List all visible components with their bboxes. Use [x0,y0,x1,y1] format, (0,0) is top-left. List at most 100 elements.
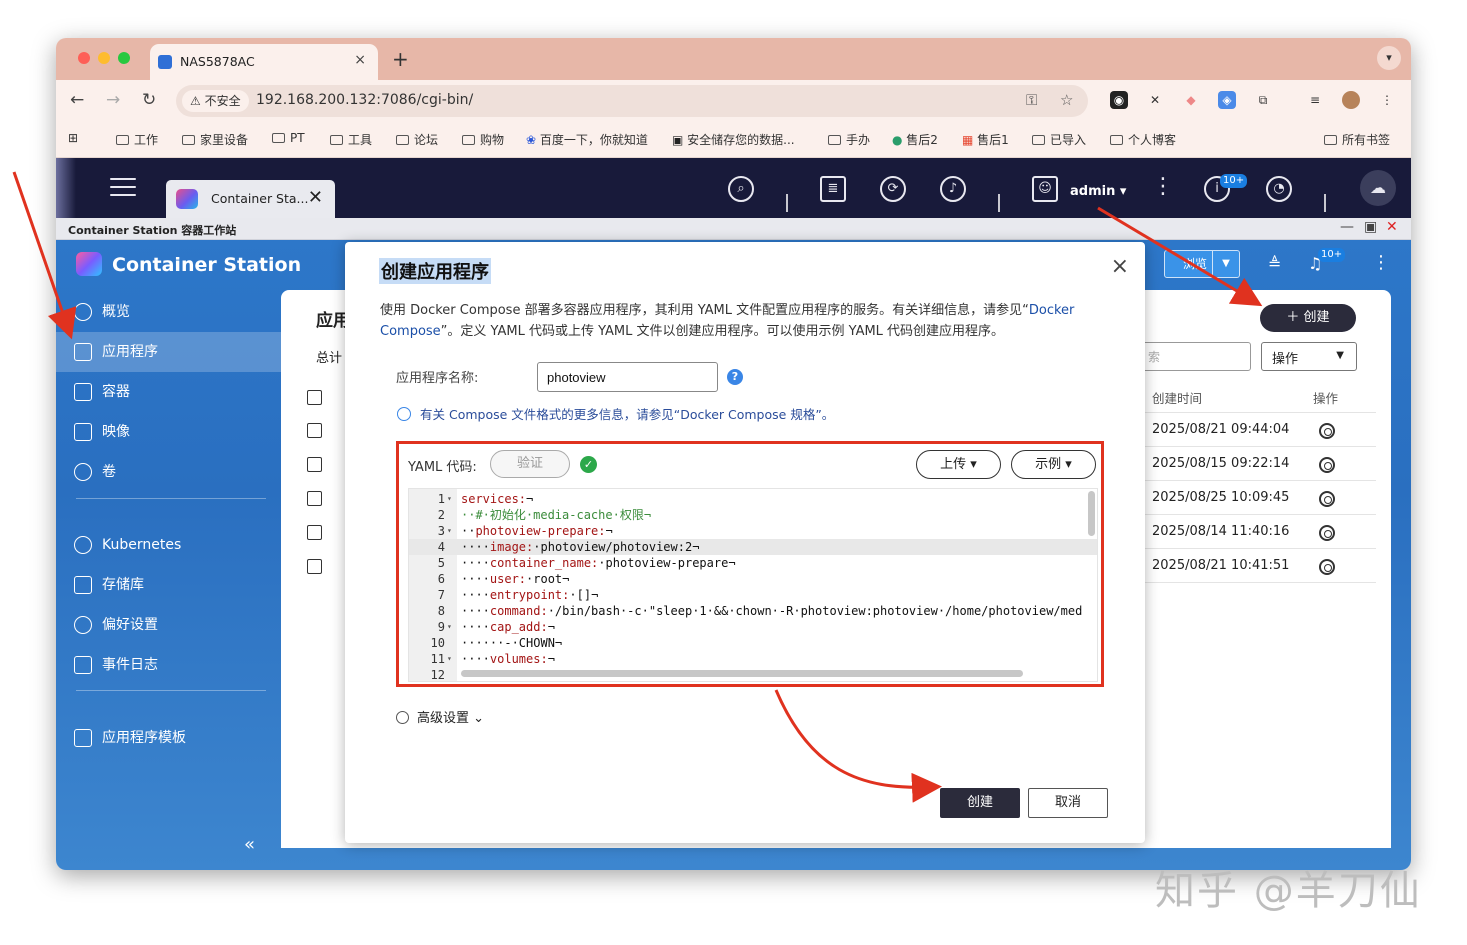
sidebar-item-applications[interactable]: 应用程序 [56,332,281,372]
puzzle-icon[interactable]: ⧉ [1254,91,1272,109]
gear-icon[interactable] [1319,525,1335,541]
close-window-button[interactable] [78,52,90,64]
help-icon[interactable]: ? [727,369,743,385]
fold-toggle-icon[interactable]: ▾ [447,523,452,539]
bookmark-item[interactable]: PT [272,131,305,145]
verify-button[interactable]: 验证 [490,450,570,478]
fold-toggle-icon[interactable]: ▾ [447,651,452,667]
search-input[interactable]: 索 [1139,342,1251,371]
code-line[interactable]: 5 ····container_name:·photoview-prepare¬ [409,555,1097,571]
bookmark-item[interactable]: ❀ 百度一下，你就知道 [526,131,648,148]
app-name-input[interactable] [537,362,718,392]
container-station-app-tab[interactable]: Container Sta... ✕ [166,180,335,218]
sidebar-item-containers[interactable]: 容器 [56,372,281,412]
back-icon[interactable]: ← [70,90,84,110]
sidebar-item-app-templates[interactable]: 应用程序模板 [56,718,281,758]
extension-icon[interactable]: ◉ [1110,91,1128,109]
select-all-checkbox[interactable] [307,390,322,405]
more-options-icon[interactable]: ⋮ [1150,176,1176,202]
main-menu-icon[interactable] [110,178,136,198]
fold-toggle-icon[interactable]: ▾ [447,491,452,507]
new-tab-button[interactable]: + [392,47,409,71]
code-line[interactable]: 4 ····image:·photoview/photoview:2¬ [409,539,1097,555]
media-icon[interactable]: ≡ [1306,91,1324,109]
bookmark-item[interactable]: 手办 [828,131,870,148]
extension-pink-icon[interactable]: ◆ [1182,91,1200,109]
gear-icon[interactable] [1319,457,1335,473]
row-checkbox[interactable] [307,457,322,472]
cloud-icon[interactable]: ☁ [1360,170,1396,206]
star-icon[interactable]: ☆ [1060,91,1073,109]
code-line[interactable]: 6 ····user:·root¬ [409,571,1097,587]
app-tab-close-icon[interactable]: ✕ [308,187,323,208]
bookmark-item[interactable]: 工具 [330,131,372,148]
sidebar-item-images[interactable]: 映像 [56,412,281,452]
sidebar-item-volumes[interactable]: 卷 [56,452,281,492]
extension-blue-icon[interactable]: ◈ [1218,91,1236,109]
row-checkbox[interactable] [307,491,322,506]
stack-icon[interactable]: ≜ [1268,254,1281,273]
code-line[interactable]: 3 ▾ ··photoview-prepare:¬ [409,523,1097,539]
sidebar-item-kubernetes[interactable]: Kubernetes [56,525,281,565]
row-checkbox[interactable] [307,559,322,574]
close-app-icon[interactable]: ✕ [1386,219,1398,235]
compose-spec-info[interactable]: 有关 Compose 文件格式的更多信息，请参见“Docker Compose … [397,404,834,423]
code-line[interactable]: 2 ··#·初始化·media-cache·权限¬ [409,507,1097,523]
fold-toggle-icon[interactable]: ▾ [447,619,452,635]
more-icon[interactable]: ⋮ [1372,252,1390,273]
gear-icon[interactable] [1319,423,1335,439]
browse-dropdown-icon[interactable]: ▼ [1212,250,1240,278]
background-tasks-icon[interactable]: ≣ [820,176,846,202]
sidebar-item-preferences[interactable]: 偏好设置 [56,605,281,645]
row-checkbox[interactable] [307,525,322,540]
bookmark-item[interactable]: 个人博客 [1110,131,1176,148]
zoom-window-button[interactable] [118,52,130,64]
advanced-settings-toggle[interactable]: 高级设置 ⌄ [396,707,484,726]
omnibox[interactable]: ⚠ 不安全 192.168.200.132:7086/cgi-bin/ ⚿ ☆ [176,85,1088,117]
bookmark-item[interactable]: 家里设备 [182,131,248,148]
forward-icon[interactable]: → [106,90,120,110]
restore-icon[interactable]: ▣ [1364,219,1377,235]
user-menu[interactable]: admin ▾ [1070,184,1126,199]
sidebar-item-event-log[interactable]: 事件日志 [56,645,281,685]
reload-icon[interactable]: ↻ [142,90,156,110]
browser-tab[interactable]: NAS5878AC × [150,44,378,80]
sidebar-item-registry[interactable]: 存储库 [56,565,281,605]
bookmark-item[interactable]: ▣ 安全储存您的数据... [672,131,795,148]
code-line[interactable]: 9 ▾ ····cap_add:¬ [409,619,1097,635]
bookmark-item[interactable]: ● 售后2 [892,131,938,148]
dashboard-gauge-icon[interactable]: ◔ [1266,176,1292,202]
kebab-menu-icon[interactable]: ⋮ [1378,91,1396,109]
sidebar-item-overview[interactable]: 概览 [56,292,281,332]
key-icon[interactable]: ⚿ [1026,91,1037,109]
browser-tab-close-icon[interactable]: × [354,52,366,68]
code-line[interactable]: 1 ▾ services:¬ [409,491,1097,507]
gear-icon[interactable] [1319,491,1335,507]
bookmark-item[interactable]: ▦ 售后1 [962,131,1009,148]
profile-avatar[interactable] [1342,91,1360,109]
code-line[interactable]: 8 ····command:·/bin/bash·-c·"sleep·1·&&·c… [409,603,1097,619]
sync-icon[interactable]: ⟳ [880,176,906,202]
user-icon[interactable]: ☺ [1032,176,1058,202]
bookmark-item[interactable]: 已导入 [1032,131,1086,148]
example-button[interactable]: 示例 ▾ [1011,450,1096,479]
operations-dropdown[interactable]: 操作 [1261,342,1357,371]
extension-x-icon[interactable]: ✕ [1146,91,1164,109]
code-line[interactable]: 11 ▾ ····volumes:¬ [409,651,1097,667]
minimize-icon[interactable]: — [1340,219,1354,235]
bookmark-item[interactable]: 工作 [116,131,158,148]
all-bookmarks[interactable]: 所有书签 [1324,131,1390,148]
upload-button[interactable]: 上传 ▾ [916,450,1001,479]
not-secure-badge[interactable]: ⚠ 不安全 [182,90,249,112]
notification-bell-icon[interactable]: ♪ [940,176,966,202]
code-line[interactable]: 7 ····entrypoint:·[]¬ [409,587,1097,603]
close-icon[interactable]: × [1111,254,1129,279]
create-button[interactable]: 创建 [940,788,1020,818]
cancel-button[interactable]: 取消 [1028,788,1108,818]
apps-grid-icon[interactable]: ⊞ [68,131,78,145]
bookmark-item[interactable]: 购物 [462,131,504,148]
yaml-code-editor[interactable]: 1 ▾ services:¬ 2 ··#·初始化·media-cache·权限¬ 3 ▾ ··… [408,488,1098,682]
code-line[interactable]: 12 [409,667,1097,681]
row-checkbox[interactable] [307,423,322,438]
tab-search-button[interactable]: ▾ [1377,46,1401,70]
